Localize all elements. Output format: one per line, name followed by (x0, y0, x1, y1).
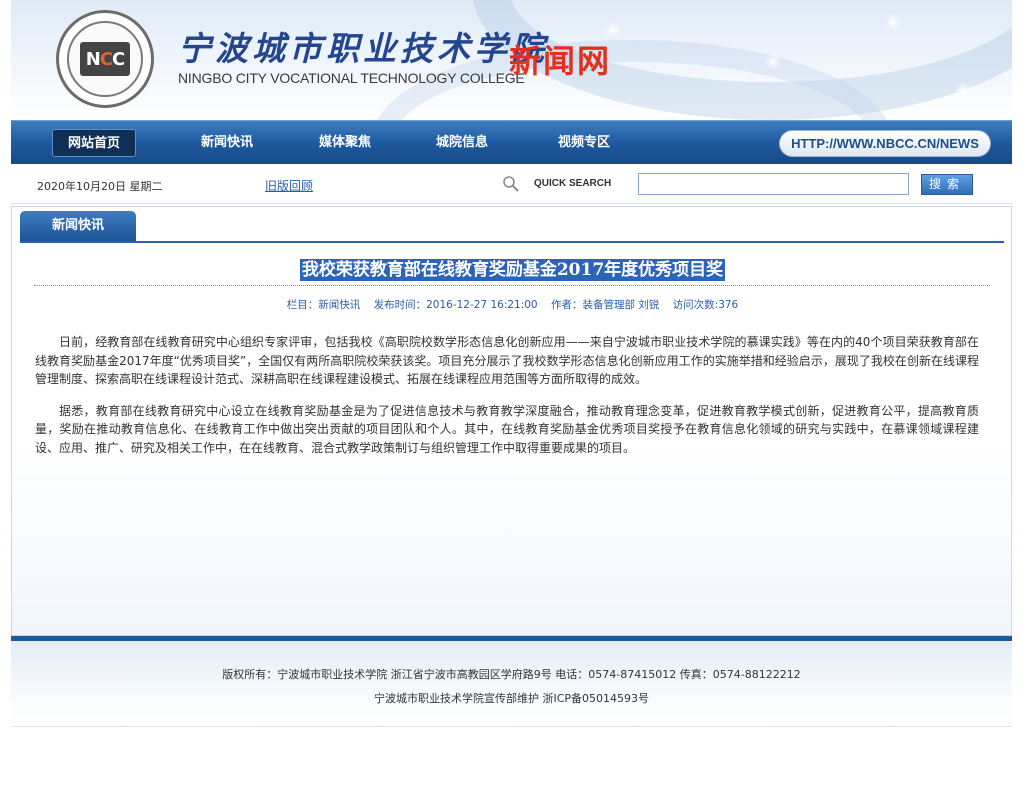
site-header: NCC 宁波城市职业技术学院 NINGBO CITY VOCATIONAL TE… (11, 0, 1012, 120)
sparkle-decoration (891, 20, 895, 24)
college-name: 宁波城市职业技术学院 (178, 29, 548, 68)
college-seal-logo[interactable]: NCC (56, 10, 154, 108)
article-meta: 栏目：新闻快讯 发布时间：2016-12-27 16:21:00 作者：装备管理… (12, 297, 1013, 312)
site-url-badge[interactable]: HTTP://WWW.NBCC.CN/NEWS (779, 130, 991, 157)
nav-item-home[interactable]: 网站首页 (52, 129, 136, 157)
college-name-en: NINGBO CITY VOCATIONAL TECHNOLOGY COLLEG… (178, 70, 525, 86)
article-paragraph: 日前，经教育部在线教育研究中心组织专家评审，包括我校《高职院校数学形态信息化创新… (35, 335, 979, 386)
old-version-link[interactable]: 旧版回顾 (265, 177, 313, 194)
nav-item-video[interactable]: 视频专区 (540, 129, 628, 157)
article-title: 我校荣获教育部在线教育奖励基金2017年度优秀项目奖 (299, 259, 726, 281)
nav-item-news[interactable]: 新闻快讯 (183, 129, 271, 157)
footer-maintainer: 宁波城市职业技术学院宣传部维护 浙ICP备05014593号 (373, 692, 650, 705)
main-nav: 网站首页 新闻快讯 媒体聚焦 城院信息 视频专区 HTTP://WWW.NBCC… (11, 120, 1012, 164)
site-name: 新闻网 (509, 42, 612, 80)
meta-column: 栏目：新闻快讯 (286, 299, 361, 311)
search-button[interactable]: 搜索 (921, 174, 973, 195)
site-footer: 版权所有：宁波城市职业技术学院 浙江省宁波市高教园区学府路9号 电话：0574-… (11, 641, 1012, 727)
utility-bar: 2020年10月20日 星期二 旧版回顾 QUICK SEARCH 搜索 (11, 164, 1012, 204)
nav-item-media[interactable]: 媒体聚焦 (301, 129, 389, 157)
article-paragraph: 据悉，教育部在线教育研究中心设立在线教育奖励基金是为了促进信息技术与教育教学深度… (35, 403, 979, 455)
sparkle-decoration (961, 88, 965, 92)
article-panel: 新闻快讯 我校荣获教育部在线教育奖励基金2017年度优秀项目奖 栏目：新闻快讯 … (11, 206, 1012, 636)
logo-mark: NCC (80, 42, 130, 76)
article-title-wrap: 我校荣获教育部在线教育奖励基金2017年度优秀项目奖 (12, 255, 1013, 281)
logo-ring: NCC (67, 21, 143, 97)
article-body: 日前，经教育部在线教育研究中心组织专家评审，包括我校《高职院校数学形态信息化创新… (35, 333, 979, 470)
current-date: 2020年10月20日 星期二 (37, 180, 163, 193)
meta-views: 访问次数:376 (672, 299, 739, 311)
title-divider (34, 285, 990, 286)
sparkle-decoration (611, 28, 615, 32)
search-icon (503, 176, 519, 192)
meta-time: 发布时间：2016-12-27 16:21:00 (373, 299, 538, 311)
nav-item-campus-info[interactable]: 城院信息 (418, 129, 506, 157)
meta-author: 作者：装备管理部 刘锐 (550, 299, 660, 311)
quick-search-label: QUICK SEARCH (534, 178, 612, 189)
sparkle-decoration (771, 60, 775, 64)
search-input[interactable] (638, 173, 909, 195)
footer-copyright: 版权所有：宁波城市职业技术学院 浙江省宁波市高教园区学府路9号 电话：0574-… (222, 668, 801, 681)
section-tab-news[interactable]: 新闻快讯 (20, 211, 136, 241)
section-divider (20, 241, 1004, 243)
